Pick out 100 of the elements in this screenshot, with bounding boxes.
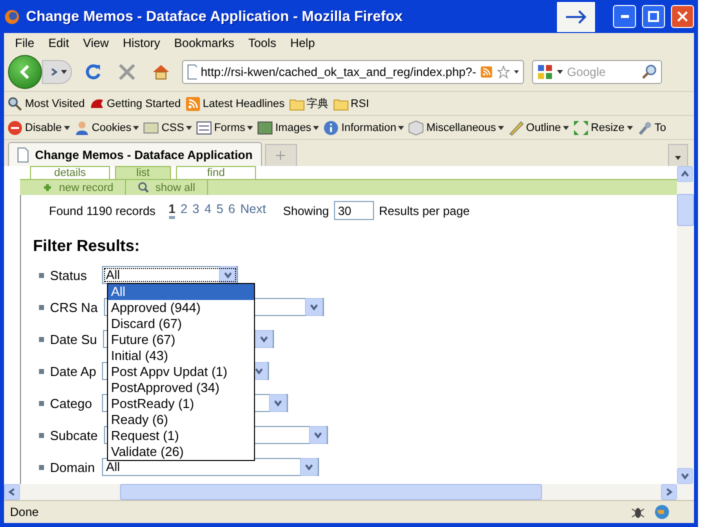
search-field[interactable]: Google — [532, 60, 662, 84]
menu-item[interactable]: Tools — [241, 36, 284, 50]
page-link[interactable]: 4 — [204, 202, 212, 219]
toolbar-menu-button[interactable]: Images — [257, 120, 320, 136]
scroll-thumb[interactable] — [677, 194, 694, 226]
chevron-down-icon — [260, 335, 268, 343]
caret-icon — [186, 126, 192, 130]
toolbar-menu-button[interactable]: Resize — [572, 120, 633, 136]
dropdown-option[interactable]: All — [108, 284, 254, 300]
toolbar-menu-button[interactable]: Forms — [196, 120, 254, 136]
page-link[interactable]: Next — [240, 202, 266, 219]
bookmark-item[interactable]: RSI — [332, 96, 370, 112]
bullet — [39, 464, 44, 470]
browser-tab[interactable]: Change Memos - Dataface Application — [8, 142, 262, 166]
page-link[interactable]: 6 — [228, 202, 236, 219]
action-link[interactable]: show all — [126, 180, 208, 195]
bullet — [39, 304, 44, 310]
page-link[interactable]: 5 — [216, 202, 224, 219]
filter-label: Date Su — [50, 332, 97, 346]
caret-icon — [562, 126, 569, 130]
page-icon — [17, 146, 29, 162]
app-tab[interactable]: details — [30, 166, 110, 179]
toolbar-menu-button[interactable]: Outline — [508, 120, 569, 136]
caret-icon — [61, 70, 67, 74]
filter-label: CRS Na — [50, 300, 98, 314]
stop-x-icon — [118, 63, 136, 81]
close-button[interactable] — [671, 5, 694, 28]
search-icon — [641, 64, 657, 80]
caret-icon — [626, 126, 633, 130]
bullet — [39, 272, 44, 278]
page-icon — [187, 64, 197, 80]
vertical-scrollbar[interactable] — [677, 166, 694, 484]
menu-item[interactable]: Bookmarks — [167, 36, 242, 50]
menu-item[interactable]: History — [116, 36, 168, 50]
page-link[interactable]: 1 — [168, 202, 176, 219]
toolbar-menu-button[interactable]: CSS — [143, 120, 192, 136]
tab-list-button[interactable] — [668, 144, 688, 166]
restore-arrow-button[interactable] — [557, 2, 595, 32]
star-icon — [497, 64, 510, 80]
minimize-button[interactable] — [613, 5, 636, 28]
bullet — [39, 368, 44, 374]
bookmark-item[interactable]: Most Visited — [7, 96, 85, 112]
filter-select[interactable]: All — [102, 266, 238, 284]
filter-label: Date Ap — [50, 364, 96, 378]
showing-label: Showing — [282, 204, 329, 218]
app-tab[interactable]: list — [115, 166, 171, 179]
scroll-up-button[interactable] — [677, 166, 693, 182]
per-page-field[interactable]: 30 — [334, 201, 374, 220]
filter-heading: Filter Results: — [33, 238, 141, 256]
caret-icon — [514, 70, 519, 74]
search-engine-icon — [537, 64, 553, 80]
scroll-left-button[interactable] — [4, 484, 20, 500]
page-link[interactable]: 2 — [180, 202, 188, 219]
maximize-button[interactable] — [642, 5, 665, 28]
toolbar-menu-button[interactable]: Miscellaneous — [408, 120, 504, 136]
caret-icon — [313, 126, 320, 130]
toolbar-menu-button[interactable]: Information — [323, 120, 404, 136]
chevron-right-icon — [665, 488, 673, 496]
cube-icon — [408, 120, 424, 136]
caret-icon — [675, 156, 681, 160]
scroll-down-button[interactable] — [677, 468, 693, 484]
page-link[interactable]: 3 — [192, 202, 200, 219]
info-icon — [323, 120, 340, 136]
search-icon — [138, 182, 150, 193]
maximize-icon — [648, 11, 659, 22]
feed-icon — [480, 64, 494, 80]
caret-icon — [64, 126, 70, 130]
menu-item[interactable]: View — [76, 36, 116, 50]
toolbar-menu-button[interactable]: Disable — [7, 120, 70, 136]
status-text: Done — [10, 505, 40, 519]
action-link[interactable]: new record — [30, 180, 126, 195]
bullet — [39, 400, 44, 406]
minimize-icon — [620, 15, 628, 18]
toolbar-menu-button[interactable]: Cookies — [74, 120, 140, 136]
toolbar-menu-button[interactable]: To — [636, 120, 666, 136]
address-field[interactable]: http://rsi-kwen/cached_ok_tax_and_reg/index.php?- — [182, 60, 524, 84]
caret-icon — [133, 126, 140, 130]
globe-icon — [654, 504, 670, 520]
app-tab[interactable]: find — [176, 166, 256, 179]
chevron-down-icon — [255, 367, 264, 375]
pen-icon — [508, 120, 524, 136]
back-button[interactable] — [8, 55, 42, 89]
bookmark-item[interactable]: 字典 — [288, 96, 329, 112]
forward-button[interactable] — [42, 60, 72, 84]
horizontal-scrollbar[interactable] — [4, 484, 694, 500]
menu-item[interactable]: File — [8, 36, 42, 50]
scroll-right-button[interactable] — [661, 484, 677, 500]
per-page-label: Results per page — [378, 204, 470, 218]
image-icon — [257, 120, 274, 136]
bullet — [39, 336, 44, 342]
menu-item[interactable]: Help — [283, 36, 322, 50]
chevron-left-icon — [8, 488, 16, 496]
reload-icon — [84, 63, 102, 81]
bookmark-item[interactable]: Latest Headlines — [184, 96, 285, 112]
css-icon — [143, 120, 160, 136]
menu-item[interactable]: Edit — [41, 36, 76, 50]
feed-icon — [184, 96, 201, 112]
bookmark-item[interactable]: Getting Started — [88, 96, 181, 112]
chevron-up-icon — [681, 170, 689, 178]
scroll-thumb[interactable] — [120, 484, 542, 500]
